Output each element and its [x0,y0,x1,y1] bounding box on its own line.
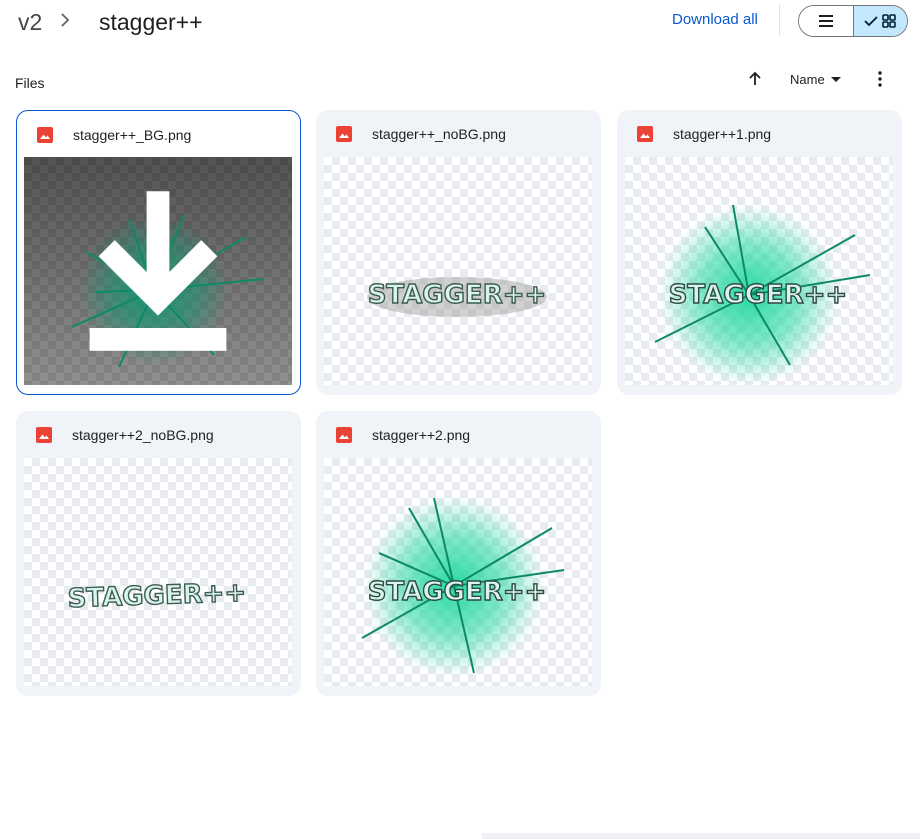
caret-down-icon [830,76,841,82]
breadcrumb-current[interactable]: stagger++ [99,9,203,36]
image-file-icon [336,427,352,443]
breadcrumb-root[interactable]: v2 [18,9,42,36]
chevron-right-icon [61,13,70,27]
file-thumbnail [24,157,292,385]
check-icon [864,16,879,27]
sort-direction-arrow-up-icon[interactable] [745,69,765,89]
file-card[interactable]: stagger++_BG.png [16,110,301,395]
file-name: stagger++2.png [372,427,471,443]
grid-icon [882,14,897,28]
file-name: stagger++_noBG.png [372,126,506,142]
file-name: stagger++_BG.png [73,127,192,143]
file-card[interactable]: stagger++_noBG.png STAGGER++ [316,110,601,395]
file-thumbnail: STAGGER++ [24,458,292,686]
list-icon [818,15,833,27]
files-section-label: Files [15,75,45,91]
preview-text: STAGGER++ [67,578,247,614]
sort-by-label: Name [790,72,825,87]
file-name: stagger++2_noBG.png [72,427,214,443]
preview-text: STAGGER++ [368,280,547,310]
preview-text: STAGGER++ [669,280,848,310]
image-file-icon [37,127,53,143]
sort-by-button[interactable]: Name [790,72,841,87]
download-icon[interactable] [24,157,292,385]
file-card[interactable]: stagger++2.png STAGGER++ [316,411,601,696]
divider [779,4,780,36]
list-view-button[interactable] [799,6,853,36]
image-file-icon [637,126,653,142]
image-file-icon [336,126,352,142]
file-card[interactable]: stagger++1.png STAGGER++ [617,110,902,395]
file-thumbnail: STAGGER++ [324,157,592,385]
preview-text: STAGGER++ [368,577,547,607]
bottom-edge-panel [482,833,920,839]
view-toggle [798,5,908,37]
file-card[interactable]: stagger++2_noBG.png STAGGER++ [16,411,301,696]
grid-view-button[interactable] [852,6,907,36]
file-thumbnail: STAGGER++ [324,458,592,686]
download-all-button[interactable]: Download all [672,11,758,28]
top-bar: v2 stagger++ Download all [0,0,920,46]
image-file-icon [36,427,52,443]
file-name: stagger++1.png [673,126,772,142]
more-vert-icon[interactable] [870,69,890,89]
file-thumbnail: STAGGER++ [625,157,893,385]
